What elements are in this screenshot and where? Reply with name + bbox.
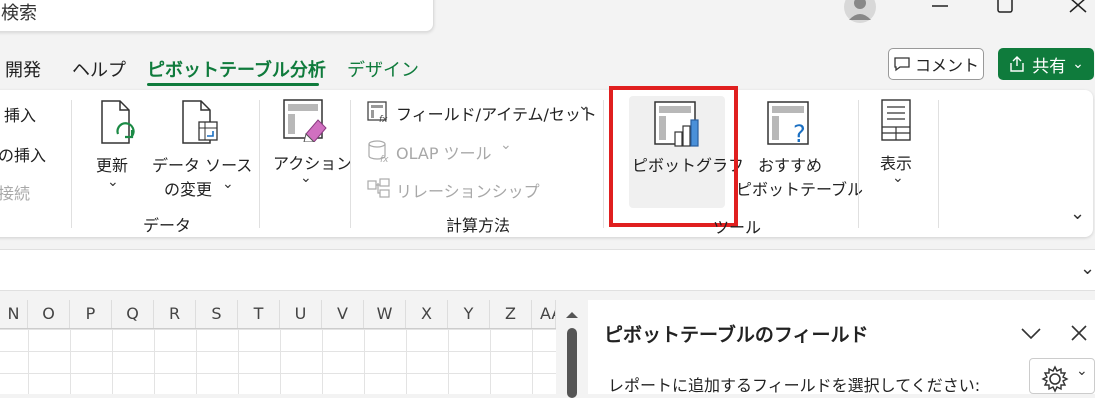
actions-icon xyxy=(283,99,327,142)
actions-label: アクション xyxy=(273,154,353,173)
highlight-box xyxy=(609,86,738,227)
group-label-tools: ツール xyxy=(713,218,762,237)
refresh-chevron-icon: ⌄ xyxy=(107,174,119,190)
column-header[interactable]: R xyxy=(154,300,196,328)
maximize-button[interactable] xyxy=(987,0,1023,26)
olap-icon: fx xyxy=(368,140,389,163)
tab-design[interactable]: デザイン xyxy=(347,56,419,82)
svg-text:fx: fx xyxy=(380,155,389,163)
column-headers: N O P Q R S T U V W X Y Z AA xyxy=(0,300,556,329)
maximize-icon xyxy=(997,0,1013,13)
relationships-icon xyxy=(367,178,390,198)
column-header[interactable]: T xyxy=(238,300,280,328)
change-source-chevron-icon: ⌄ xyxy=(222,176,234,192)
search-text: 検索 xyxy=(1,3,37,24)
tab-help[interactable]: ヘルプ xyxy=(72,56,126,82)
divider xyxy=(71,100,72,228)
show-button[interactable]: 表示 ⌄ xyxy=(872,96,924,196)
tab-developer[interactable]: 開発 xyxy=(5,56,41,82)
recommended-label-2: ピボットテーブル xyxy=(736,180,864,199)
group-label-calculations: 計算方法 xyxy=(446,216,511,235)
share-label: 共有 xyxy=(1032,56,1067,77)
column-header[interactable]: AA xyxy=(532,300,556,328)
share-chevron-icon[interactable]: ⌄ xyxy=(1072,56,1084,72)
show-chevron-icon: ⌄ xyxy=(892,170,904,186)
olap-chevron-icon: ⌄ xyxy=(500,137,512,153)
comment-button[interactable]: コメント xyxy=(888,48,984,80)
minimize-button[interactable] xyxy=(922,0,958,26)
svg-text:?: ? xyxy=(793,120,806,148)
column-header[interactable]: Q xyxy=(112,300,154,328)
ribbon-collapse-chevron-icon[interactable]: ⌄ xyxy=(1070,203,1085,224)
field-settings-button[interactable]: ⌄ xyxy=(1029,358,1095,394)
change-source-label-2: の変更 xyxy=(164,180,213,199)
fields-items-icon: fx xyxy=(367,101,388,124)
comment-icon xyxy=(894,57,910,72)
relationships-button[interactable]: リレーションシップ xyxy=(366,177,540,203)
column-header[interactable]: X xyxy=(406,300,448,328)
column-header[interactable]: Z xyxy=(490,300,532,328)
show-icon xyxy=(881,99,911,141)
formula-bar[interactable]: ⌄ xyxy=(0,249,1095,291)
svg-text:fx: fx xyxy=(379,115,388,124)
avatar-icon xyxy=(844,0,876,23)
column-header[interactable]: V xyxy=(322,300,364,328)
recommended-label-1: おすすめ xyxy=(758,156,823,175)
scroll-up-icon[interactable] xyxy=(557,304,587,324)
insert-button[interactable]: 挿入 xyxy=(4,102,36,126)
pane-close-icon[interactable] xyxy=(1068,322,1090,348)
pane-title: ピボットテーブルのフィールド xyxy=(604,324,869,346)
search-box[interactable]: 検索 xyxy=(0,0,434,32)
column-header[interactable]: O xyxy=(28,300,70,328)
refresh-icon xyxy=(101,100,135,144)
minimize-icon xyxy=(932,5,948,7)
olap-tools-label: OLAP ツール xyxy=(396,144,492,163)
insert-timeline-button[interactable]: の挿入 xyxy=(0,142,46,166)
refresh-button[interactable]: 更新 ⌄ xyxy=(92,98,140,198)
group-label-data: データ xyxy=(143,216,192,235)
formula-expand-chevron-icon[interactable]: ⌄ xyxy=(1080,258,1095,279)
share-button[interactable]: 共有 ⌄ xyxy=(998,48,1094,80)
refresh-label: 更新 xyxy=(96,156,129,175)
divider xyxy=(858,100,859,228)
column-header[interactable]: U xyxy=(280,300,322,328)
fields-items-chevron-icon: ⌄ xyxy=(578,98,590,114)
fields-items-label: フィールド/アイテム/セット xyxy=(396,105,597,124)
avatar[interactable] xyxy=(843,0,877,24)
scroll-thumb[interactable] xyxy=(567,328,577,398)
recommended-pivottables-button[interactable]: ? おすすめ ピボットテーブル xyxy=(732,98,863,199)
olap-tools-button[interactable]: fx OLAP ツール ⌄ xyxy=(366,137,516,165)
recommended-pivottables-icon: ? xyxy=(767,101,809,148)
pane-instructions: レポートに追加するフィールドを選択してください: xyxy=(608,376,981,395)
divider xyxy=(350,100,351,228)
actions-button[interactable]: アクション ⌄ xyxy=(270,96,352,196)
fields-items-sets-button[interactable]: fx フィールド/アイテム/セット ⌄ xyxy=(366,98,597,126)
column-header[interactable]: N xyxy=(0,300,28,328)
divider xyxy=(603,100,604,228)
gear-icon xyxy=(1041,365,1069,393)
share-icon xyxy=(1010,56,1024,72)
vertical-scrollbar[interactable] xyxy=(557,300,587,398)
filter-connections-button[interactable]: 接続 xyxy=(0,180,30,204)
actions-chevron-icon: ⌄ xyxy=(300,170,312,186)
cell-grid[interactable] xyxy=(0,329,556,394)
change-source-label-1: データ ソース xyxy=(152,156,253,175)
relationships-label: リレーションシップ xyxy=(396,182,540,201)
change-data-source-button[interactable]: データ ソース の変更 ⌄ xyxy=(150,98,253,199)
comment-label: コメント xyxy=(914,56,979,75)
column-header[interactable]: P xyxy=(70,300,112,328)
gear-chevron-icon: ⌄ xyxy=(1076,363,1088,379)
pane-options-chevron-icon[interactable] xyxy=(1018,322,1044,348)
divider xyxy=(938,100,939,228)
active-tab-indicator xyxy=(147,83,319,86)
change-source-icon xyxy=(182,100,218,144)
column-header[interactable]: S xyxy=(196,300,238,328)
column-header[interactable]: Y xyxy=(448,300,490,328)
column-header[interactable]: W xyxy=(364,300,406,328)
close-icon xyxy=(1069,0,1087,13)
divider xyxy=(259,100,260,228)
tab-pivottable-analyze[interactable]: ピボットテーブル分析 xyxy=(147,56,326,82)
close-window-button[interactable] xyxy=(1060,0,1095,26)
